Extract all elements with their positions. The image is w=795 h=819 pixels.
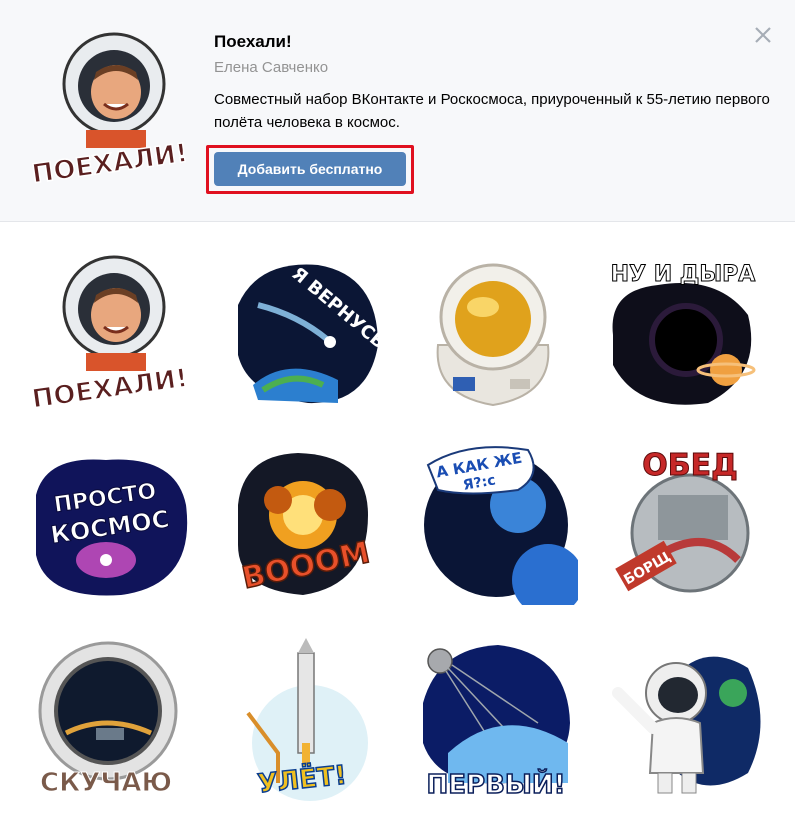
sticker-poekhali[interactable]: ПОЕХАЛИ! [26, 245, 196, 415]
pack-cover-sticker: ПОЕХАЛИ! [26, 22, 196, 197]
sticker-nu-i-dyra[interactable]: НУ И ДЫРА [598, 245, 768, 415]
sticker-ulet[interactable]: УЛЁТ! [218, 633, 388, 803]
sticker-waving-astronaut[interactable] [598, 633, 768, 803]
sticker-astronaut-helmet[interactable] [408, 245, 578, 415]
sticker-ya-vernus[interactable]: Я ВЕРНУСЬ! [218, 245, 388, 415]
close-icon[interactable] [750, 22, 776, 48]
sticker-pack-header: ПОЕХАЛИ! Поехали! Елена Савченко Совмест… [0, 0, 795, 222]
sticker-caption: СКУЧАЮ [40, 768, 172, 798]
sticker-caption: ПЕРВЫЙ! [427, 768, 566, 800]
sticker-prosto-kosmos[interactable]: ПРОСТО КОСМОС [26, 435, 196, 605]
sticker-skuchayu[interactable]: СКУЧАЮ [26, 633, 196, 803]
sticker-caption: ОБЕД [642, 448, 738, 483]
sticker-grid: ПОЕХАЛИ! Я ВЕРНУСЬ! НУ И ДЫРА ПРОСТО КОС… [0, 223, 795, 819]
sticker-caption: ПОЕХАЛИ! [30, 363, 190, 415]
sticker-booom[interactable]: BOOOM [218, 435, 388, 605]
sticker-a-kak-zhe-ya[interactable]: А КАК ЖЕ Я?:с [408, 435, 578, 605]
pack-author[interactable]: Елена Савченко [214, 59, 328, 76]
pack-title: Поехали! [214, 32, 292, 51]
sticker-caption: НУ И ДЫРА [611, 262, 756, 287]
add-button-highlight: Добавить бесплатно [206, 145, 414, 194]
sticker-obed[interactable]: БОРЩ ОБЕД [598, 435, 768, 605]
add-free-button[interactable]: Добавить бесплатно [214, 152, 406, 186]
pack-description: Совместный набор ВКонтакте и Роскосмоса,… [214, 91, 770, 131]
sticker-pervyy[interactable]: ПЕРВЫЙ! [408, 633, 578, 803]
